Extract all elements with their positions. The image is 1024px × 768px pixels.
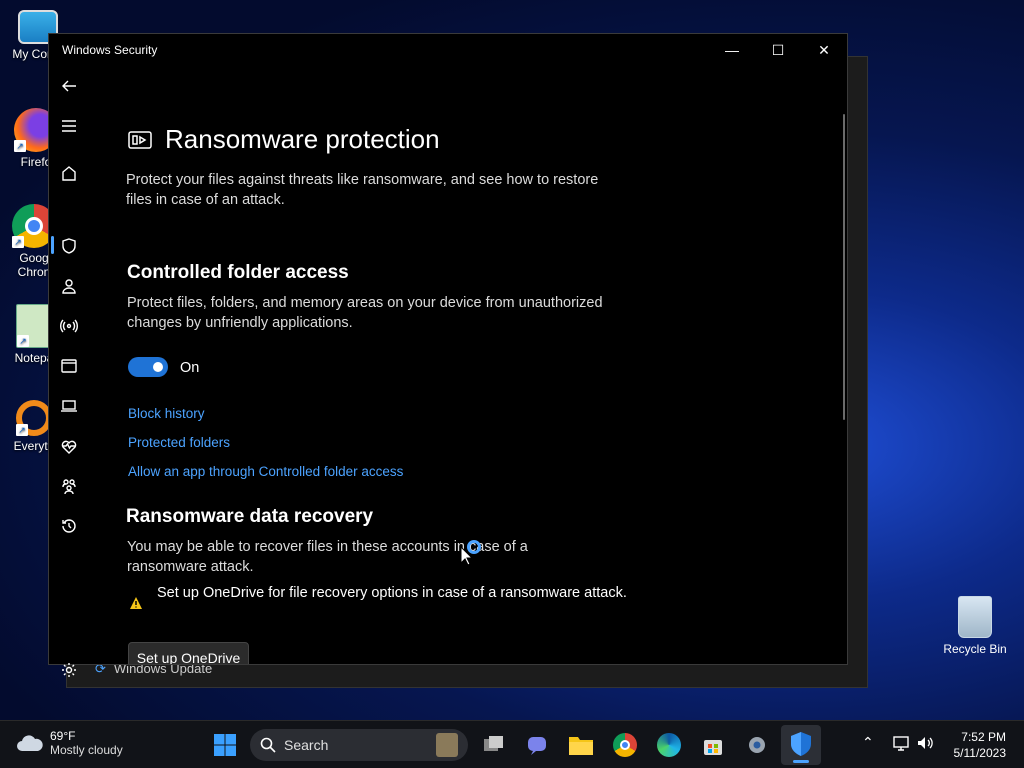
menu-button[interactable]: [49, 108, 89, 144]
close-button[interactable]: ✕: [801, 34, 847, 66]
recovery-heading: Ransomware data recovery: [126, 506, 374, 527]
shield-icon: [791, 732, 811, 756]
allow-app-link[interactable]: Allow an app through Controlled folder a…: [128, 464, 403, 479]
shortcut-arrow-icon: ↗: [12, 236, 24, 248]
cfa-description: Protect files, folders, and memory areas…: [127, 295, 603, 331]
recycle-bin-icon: [958, 596, 992, 638]
block-history-link[interactable]: Block history: [128, 406, 205, 421]
speaker-icon: [918, 737, 933, 749]
sidebar-item-family[interactable]: [49, 468, 89, 504]
sidebar-item-history[interactable]: [49, 508, 89, 544]
antenna-icon: [60, 319, 78, 333]
edge-icon: [657, 733, 681, 757]
file-explorer-button[interactable]: [567, 731, 595, 759]
page-title: Ransomware protection: [127, 124, 440, 155]
chrome-icon: [613, 733, 637, 757]
cfa-toggle-label: On: [180, 360, 200, 376]
chrome-taskbar-button[interactable]: [611, 731, 639, 759]
main-content: Ransomware protection Protect your files…: [89, 66, 847, 664]
window-title: Windows Security: [62, 43, 158, 57]
clock-time: 7:52 PM: [961, 730, 1006, 744]
heart-pulse-icon: [61, 440, 77, 454]
recovery-description: You may be able to recover files in thes…: [127, 539, 528, 575]
everything-search-icon: ↗: [16, 400, 52, 436]
shortcut-arrow-icon: ↗: [16, 424, 28, 436]
shortcut-arrow-icon: ↗: [14, 140, 26, 152]
weather-desc: Mostly cloudy: [50, 743, 123, 757]
desktop-icon-recycle-bin[interactable]: Recycle Bin: [940, 596, 1010, 656]
task-view-button[interactable]: [480, 731, 508, 759]
page-title-text: Ransomware protection: [165, 124, 440, 154]
shield-icon: [62, 238, 76, 254]
volume-button[interactable]: [916, 734, 934, 756]
warning-icon: [130, 597, 142, 609]
onedrive-warning: Set up OneDrive for file recovery option…: [157, 585, 627, 601]
sidebar: [49, 66, 89, 677]
sidebar-item-settings[interactable]: [49, 652, 89, 688]
laptop-icon: [61, 400, 77, 412]
weather-temp: 69°F: [50, 729, 76, 743]
show-hidden-icons-button[interactable]: ⌃: [862, 735, 874, 751]
clock[interactable]: 7:52 PM 5/11/2023: [954, 729, 1007, 761]
cfa-heading: Controlled folder access: [127, 262, 349, 283]
edge-button[interactable]: [655, 731, 683, 759]
minimize-button[interactable]: —: [709, 34, 755, 66]
sidebar-item-account[interactable]: [49, 268, 89, 304]
sidebar-item-virus-protection[interactable]: [49, 228, 89, 264]
search-icon: [260, 737, 276, 753]
cloud-icon: [17, 735, 43, 751]
weather-widget[interactable]: 69°F Mostly cloudy: [16, 729, 123, 757]
sidebar-item-device-security[interactable]: [49, 388, 89, 424]
sidebar-item-home[interactable]: [49, 155, 89, 191]
windows-security-taskbar-button[interactable]: [781, 725, 821, 765]
taskbar: 69°F Mostly cloudy Search ⌃ 7:52 PM 5/11…: [0, 720, 1024, 768]
store-bag-icon: [704, 740, 722, 755]
back-button[interactable]: [49, 68, 89, 104]
network-status-button[interactable]: [892, 734, 910, 756]
sidebar-item-device-health[interactable]: [49, 428, 89, 464]
gear-icon: [749, 737, 765, 753]
sidebar-item-app-browser[interactable]: [49, 348, 89, 384]
windows-security-window[interactable]: Windows Security — ☐ ✕ Ransomware protec…: [48, 33, 848, 677]
search-box[interactable]: Search: [250, 729, 468, 761]
clock-date: 5/11/2023: [953, 746, 1007, 760]
teams-chat-button[interactable]: [523, 731, 551, 759]
search-label: Search: [284, 737, 329, 753]
app-window-icon: [61, 359, 77, 373]
settings-taskbar-button[interactable]: [743, 731, 771, 759]
notepad-icon: ↗: [16, 304, 52, 348]
person-icon: [62, 279, 76, 294]
cfa-toggle[interactable]: [128, 357, 168, 377]
desktop-icon-label: Firefo: [20, 155, 52, 169]
start-button[interactable]: [211, 731, 239, 759]
home-icon: [62, 166, 76, 181]
windows-logo-icon: [214, 734, 236, 756]
hamburger-menu-icon: [62, 120, 76, 132]
shortcut-arrow-icon: ↗: [17, 335, 29, 347]
gear-icon: [62, 663, 76, 677]
protected-folders-link[interactable]: Protected folders: [128, 435, 230, 450]
busy-spinner-icon: [467, 540, 481, 554]
folder-icon: [569, 737, 593, 755]
chevron-up-icon: ⌃: [862, 735, 874, 751]
maximize-button[interactable]: ☐: [755, 34, 801, 66]
scrollbar[interactable]: [843, 114, 845, 420]
family-icon: [62, 479, 76, 495]
ransomware-protection-icon: [128, 130, 152, 149]
page-description: Protect your files against threats like …: [126, 172, 599, 208]
task-view-icon: [484, 736, 503, 751]
setup-onedrive-button[interactable]: Set up OneDrive: [128, 642, 249, 664]
store-button[interactable]: [699, 731, 727, 759]
sidebar-item-firewall[interactable]: [49, 308, 89, 344]
search-highlight-icon: [436, 733, 458, 757]
history-icon: [62, 519, 76, 533]
recycle-bin-label: Recycle Bin: [943, 642, 1007, 656]
chat-icon: [528, 737, 546, 755]
title-bar[interactable]: Windows Security — ☐ ✕: [49, 34, 847, 66]
network-icon: [893, 736, 909, 751]
back-arrow-icon: [62, 80, 76, 92]
